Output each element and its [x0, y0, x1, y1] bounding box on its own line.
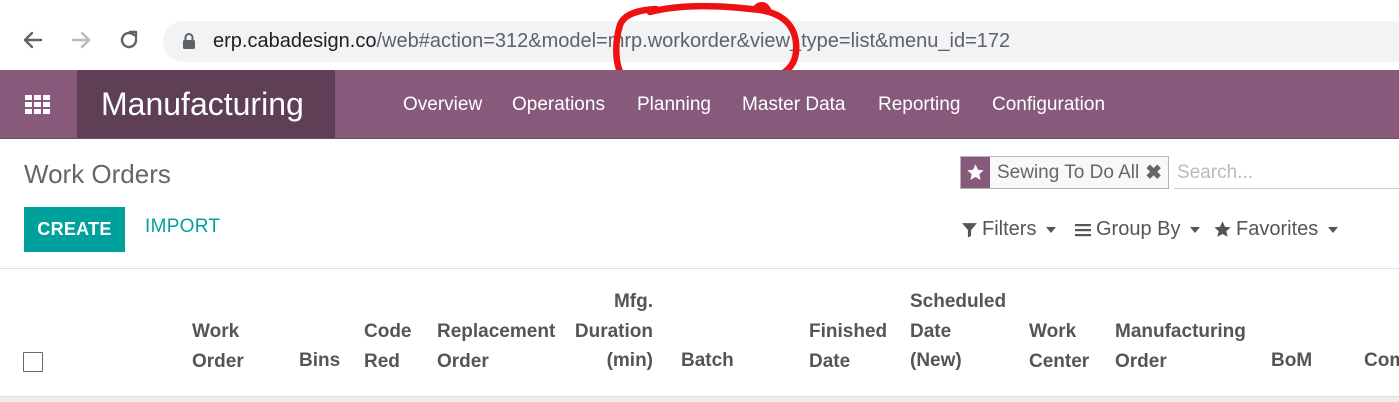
caret-down-icon [1190, 226, 1201, 233]
menu-master-data[interactable]: Master Data [742, 94, 845, 116]
menu-overview[interactable]: Overview [403, 94, 482, 116]
column-header-replacement-order[interactable]: Replacement Order [437, 317, 555, 376]
header-line: Replacement [437, 321, 556, 342]
column-header-work-center[interactable]: Work Center [1029, 317, 1089, 376]
caret-down-icon [1046, 226, 1057, 233]
brand-title: Manufacturing [101, 86, 304, 122]
header-line: Duration [574, 320, 653, 342]
menu-planning[interactable]: Planning [637, 94, 711, 116]
header-line: Finished [809, 321, 888, 342]
header-line: Manufacturing [1115, 321, 1246, 342]
header-line: (New) [910, 350, 962, 371]
caret-down-icon [1328, 226, 1339, 233]
facet-remove-icon[interactable]: ✖ [1145, 160, 1168, 185]
header-line: BoM [1271, 350, 1313, 371]
forward-arrow-icon[interactable] [68, 27, 94, 53]
group-by-label: Group By [1096, 218, 1181, 240]
header-line: Scheduled [910, 291, 1007, 312]
browser-toolbar: erp.cabadesign.co/web#action=312&model=m… [0, 0, 1399, 88]
header-line: Code [364, 321, 412, 342]
header-line: Work [1029, 321, 1077, 342]
filters-label: Filters [982, 218, 1037, 240]
header-line: (min) [606, 350, 653, 371]
filters-dropdown[interactable]: Filters [961, 218, 1057, 241]
select-all-checkbox[interactable] [23, 352, 43, 372]
apps-menu-grid-icon[interactable] [0, 70, 77, 138]
favorites-dropdown[interactable]: Favorites [1213, 218, 1339, 241]
app-brand[interactable]: Manufacturing [77, 70, 335, 138]
search-facet: Sewing To Do All ✖ [960, 156, 1169, 189]
column-header-scheduled-date[interactable]: Scheduled Date (New) [910, 287, 1006, 376]
favorite-star-icon [961, 157, 990, 188]
star-icon [1214, 221, 1231, 237]
header-line: Order [437, 350, 489, 372]
header-line: Date [910, 320, 952, 342]
lock-icon[interactable] [181, 32, 197, 55]
menu-configuration[interactable]: Configuration [992, 94, 1105, 116]
column-header-work-order[interactable]: Work Order [192, 317, 244, 376]
column-header-com[interactable]: Com [1364, 346, 1399, 376]
header-line: Order [1115, 350, 1167, 372]
header-line: Order [192, 350, 244, 372]
filter-funnel-icon [962, 223, 977, 238]
group-by-dropdown[interactable]: Group By [1074, 218, 1201, 241]
facet-label: Sewing To Do All [997, 161, 1140, 183]
column-header-mfg-duration[interactable]: Mfg. Duration (min) [573, 287, 653, 376]
back-arrow-icon[interactable] [20, 27, 46, 53]
import-button[interactable]: IMPORT [145, 216, 220, 238]
breadcrumb-title: Work Orders [24, 159, 171, 189]
column-header-code-red[interactable]: Code Red [364, 317, 412, 376]
header-line: Bins [299, 350, 341, 371]
column-header-bom[interactable]: BoM [1271, 346, 1312, 376]
app-navbar: Manufacturing Overview Operations Planni… [0, 70, 1399, 139]
header-line: Batch [681, 350, 734, 371]
header-line: Com [1364, 350, 1399, 371]
column-header-finished-date[interactable]: Finished Date [809, 317, 887, 376]
search-input[interactable] [1174, 158, 1399, 189]
reload-icon[interactable] [116, 27, 142, 53]
column-header-batch[interactable]: Batch [681, 346, 734, 376]
column-header-manufacturing-order[interactable]: Manufacturing Order [1115, 317, 1246, 376]
header-line: Center [1029, 350, 1090, 372]
header-line: Mfg. [613, 291, 653, 312]
column-header-bins[interactable]: Bins [299, 346, 340, 376]
menu-operations[interactable]: Operations [512, 94, 605, 116]
header-line: Work [192, 321, 240, 342]
create-button[interactable]: CREATE [24, 207, 125, 252]
header-line: Red [364, 350, 400, 372]
bars-icon [1075, 223, 1091, 236]
favorites-label: Favorites [1236, 218, 1319, 240]
url-host: erp.cabadesign.co [213, 30, 377, 52]
divider [0, 268, 1399, 269]
menu-reporting[interactable]: Reporting [878, 94, 960, 116]
header-line: Date [809, 350, 851, 372]
table-header-bottom-border [0, 396, 1399, 402]
